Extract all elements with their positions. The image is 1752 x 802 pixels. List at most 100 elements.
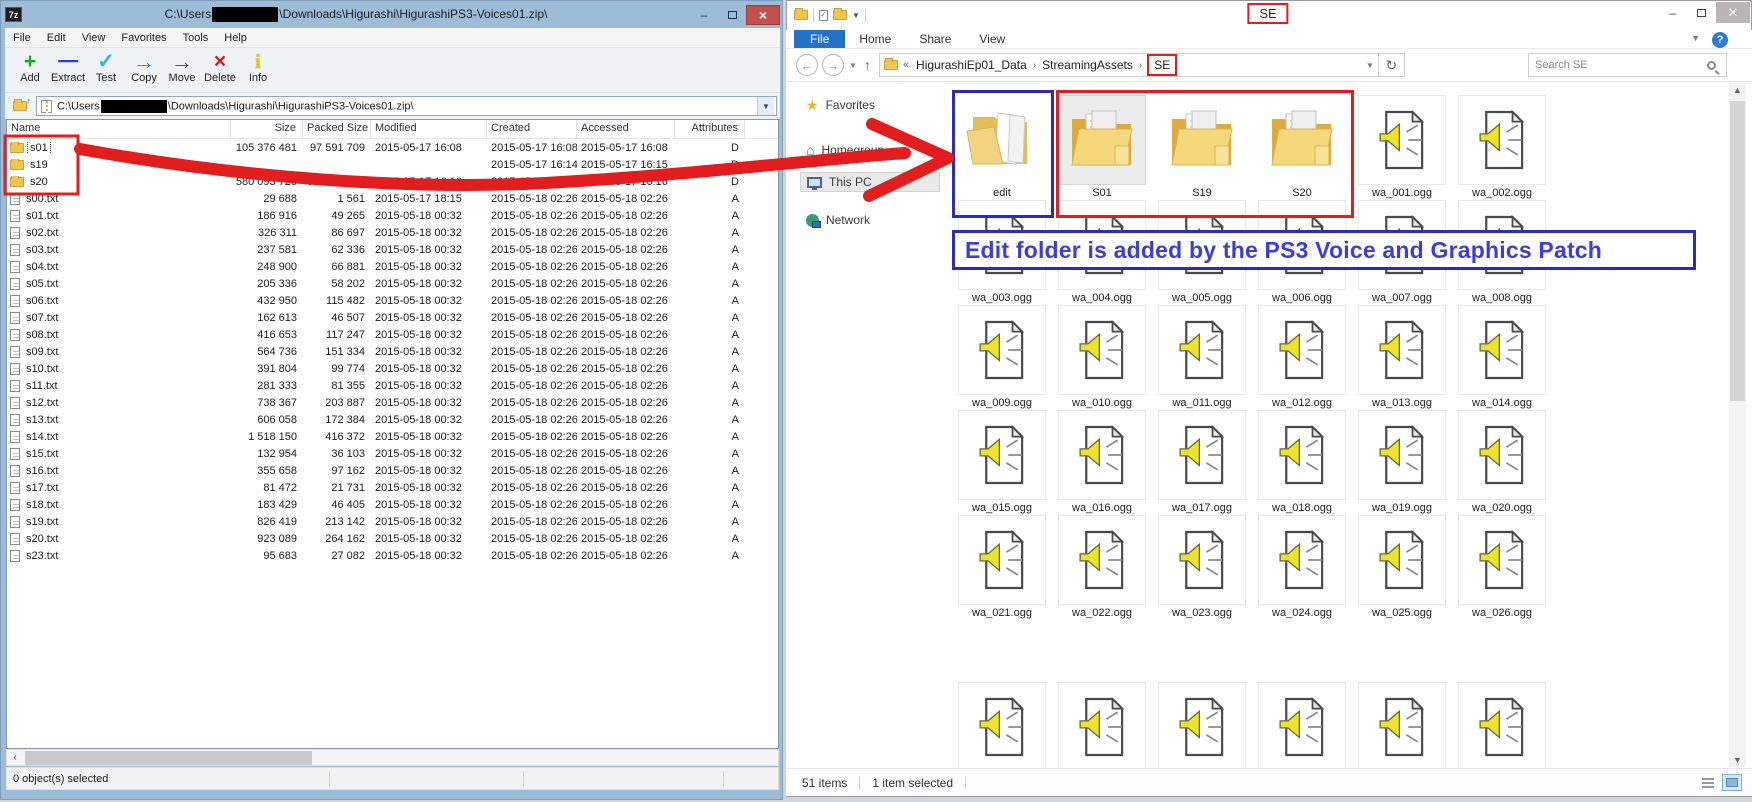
sidebar-item-favorites[interactable]: ★Favorites [800,95,881,115]
menu-item-view[interactable]: View [74,32,114,44]
table-row[interactable]: s06.txt432 950115 4822015-05-18 00:32201… [7,292,778,309]
tab-home[interactable]: Home [845,30,905,48]
breadcrumb-item-se[interactable]: SE [1147,54,1177,76]
file-tile-wa_003.ogg[interactable]: wa_003.ogg [958,200,1046,304]
delete-button[interactable]: ×Delete [201,50,239,91]
table-row[interactable]: s11.txt281 33381 3552015-05-18 00:322015… [7,377,778,394]
file-tile-wa_011.ogg[interactable]: wa_011.ogg [1158,305,1246,409]
file-tile-clipped[interactable] [1358,682,1446,768]
folder-tile-S20[interactable]: S20 [1258,95,1346,199]
back-button[interactable]: ← [796,54,818,76]
table-row[interactable]: s15.txt132 95436 1032015-05-18 00:322015… [7,445,778,462]
tab-file[interactable]: File [794,30,845,48]
file-tile-wa_023.ogg[interactable]: wa_023.ogg [1158,515,1246,619]
vertical-scrollbar[interactable]: ▲ ▼ [1729,83,1746,767]
minimize-button[interactable]: – [690,5,718,25]
table-row[interactable]: s18.txt183 42946 4052015-05-18 00:322015… [7,496,778,513]
column-header-modified[interactable]: Modified [371,120,487,138]
table-row[interactable]: s09.txt564 736151 3342015-05-18 00:32201… [7,343,778,360]
refresh-icon[interactable]: ↻ [1379,53,1405,77]
address-dropdown-icon[interactable]: ▼ [1366,61,1374,70]
maximize-button[interactable] [1687,2,1716,23]
column-header-packed-size[interactable]: Packed Size [303,120,371,138]
table-row[interactable]: s13.txt606 058172 3842015-05-18 00:32201… [7,411,778,428]
menu-item-file[interactable]: File [5,32,39,44]
folder-tile-edit[interactable]: edit [958,95,1046,199]
horizontal-scrollbar[interactable]: ‹ [6,749,779,766]
table-row[interactable]: s07.txt162 61346 5072015-05-18 00:322015… [7,309,778,326]
folder-tile-S19[interactable]: S19 [1158,95,1246,199]
details-view-icon[interactable] [1698,774,1718,791]
breadcrumb-collapse[interactable]: « [903,59,909,71]
search-input[interactable] [1529,59,1707,71]
test-button[interactable]: ✓Test [87,50,125,91]
file-tile-wa_002.ogg[interactable]: wa_002.ogg [1458,95,1546,199]
file-tile-wa_001.ogg[interactable]: wa_001.ogg [1358,95,1446,199]
sidebar-item-this-pc[interactable]: This PC [800,172,940,192]
table-row[interactable]: s01105 376 48197 591 7092015-05-17 16:08… [7,139,778,156]
tab-share[interactable]: Share [905,30,965,48]
table-row[interactable]: s03.txt237 58162 3362015-05-18 00:322015… [7,241,778,258]
file-tile-clipped[interactable] [1058,682,1146,768]
info-button[interactable]: iInfo [239,50,277,91]
column-header-name[interactable]: Name [7,120,231,138]
menu-item-help[interactable]: Help [216,32,255,44]
chevron-down-icon[interactable]: ▼ [757,97,774,115]
column-header-accessed[interactable]: Accessed [577,120,675,138]
file-tile-wa_010.ogg[interactable]: wa_010.ogg [1058,305,1146,409]
file-tile-clipped[interactable] [1458,682,1546,768]
close-button[interactable]: × [746,5,780,25]
table-row[interactable]: s20.txt923 089264 1622015-05-18 00:32201… [7,530,778,547]
table-row[interactable]: s04.txt248 90066 8812015-05-18 00:322015… [7,258,778,275]
file-tile-wa_008.ogg[interactable]: wa_008.ogg [1458,200,1546,304]
file-tile-wa_017.ogg[interactable]: wa_017.ogg [1158,410,1246,514]
column-header-created[interactable]: Created [487,120,577,138]
sevenzip-titlebar[interactable]: 7z C:\Users\Downloads\Higurashi\Higurash… [1,1,784,28]
table-row[interactable]: s19.txt826 419213 1422015-05-18 00:32201… [7,513,778,530]
file-tile-wa_014.ogg[interactable]: wa_014.ogg [1458,305,1546,409]
explorer-titlebar[interactable]: ▼ SE – ✕ [786,0,1752,30]
file-tile-wa_019.ogg[interactable]: wa_019.ogg [1358,410,1446,514]
file-tile-wa_026.ogg[interactable]: wa_026.ogg [1458,515,1546,619]
file-tile-wa_007.ogg[interactable]: wa_007.ogg [1358,200,1446,304]
table-row[interactable]: s08.txt416 653117 2472015-05-18 00:32201… [7,326,778,343]
table-row[interactable]: s10.txt391 80499 7742015-05-18 00:322015… [7,360,778,377]
table-row[interactable]: s14.txt1 518 150416 3722015-05-18 00:322… [7,428,778,445]
thumbnail-view-icon[interactable] [1722,774,1742,791]
file-tile-wa_005.ogg[interactable]: wa_005.ogg [1158,200,1246,304]
scrollbar-thumb[interactable] [1730,101,1745,401]
file-tile-wa_004.ogg[interactable]: wa_004.ogg [1058,200,1146,304]
table-row[interactable]: s192015-05-17 16:142015-05-17 16:15D [7,156,778,173]
help-icon[interactable]: ? [1712,32,1728,48]
up-button[interactable]: ↑ [864,57,871,73]
table-row[interactable]: s16.txt355 65897 1622015-05-18 00:322015… [7,462,778,479]
chevron-down-icon[interactable]: ▼ [852,11,860,20]
table-row[interactable]: s12.txt738 367203 8872015-05-18 00:32201… [7,394,778,411]
file-tile-wa_025.ogg[interactable]: wa_025.ogg [1358,515,1446,619]
recent-locations-icon[interactable]: ▼ [849,61,857,70]
table-row[interactable]: s02.txt326 31186 6972015-05-18 00:322015… [7,224,778,241]
file-tile-clipped[interactable] [958,682,1046,768]
file-tile-wa_016.ogg[interactable]: wa_016.ogg [1058,410,1146,514]
column-header-attributes[interactable]: Attributes [675,120,745,138]
path-combobox[interactable]: C:\Users\Downloads\Higurashi\HigurashiPS… [36,96,777,116]
maximize-button[interactable] [718,5,746,25]
forward-button[interactable]: → [822,54,844,76]
table-row[interactable]: s17.txt81 47221 7312015-05-18 00:322015-… [7,479,778,496]
menu-item-tools[interactable]: Tools [175,32,217,44]
file-tile-wa_013.ogg[interactable]: wa_013.ogg [1358,305,1446,409]
ribbon-collapse-icon[interactable]: ▼ [1691,33,1700,43]
file-tile-wa_015.ogg[interactable]: wa_015.ogg [958,410,1046,514]
file-tile-wa_022.ogg[interactable]: wa_022.ogg [1058,515,1146,619]
close-button[interactable]: ✕ [1716,2,1750,23]
copy-button[interactable]: →Copy [125,50,163,91]
new-folder-icon[interactable] [819,10,828,21]
scrollbar-thumb[interactable] [25,751,312,765]
table-row[interactable]: s00.txt29 6881 5612015-05-17 18:152015-0… [7,190,778,207]
file-tile-clipped[interactable] [1258,682,1346,768]
table-row[interactable]: s01.txt186 91649 2652015-05-18 00:322015… [7,207,778,224]
folder-properties-icon[interactable] [833,10,847,20]
file-tile-wa_006.ogg[interactable]: wa_006.ogg [1258,200,1346,304]
column-header-size[interactable]: Size [231,120,303,138]
breadcrumb[interactable]: « HigurashiEp01_Data›StreamingAssets›SE … [879,53,1379,77]
